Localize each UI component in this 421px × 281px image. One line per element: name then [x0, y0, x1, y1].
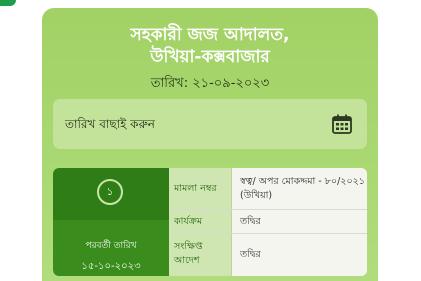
serial-panel: ১ পরবর্তী তারিখ ১৫-১০-২০২৩ — [53, 168, 169, 276]
table-row: সংক্ষিপ্ত আদেশ তদ্বির — [169, 234, 367, 276]
next-date-label: পরবর্তী তারিখ — [85, 241, 137, 251]
court-name-line2: উখিয়া-কক্সবাজার — [150, 47, 270, 67]
current-date: তারিখ: ২১-০৯-২০২৩ — [150, 76, 270, 91]
court-title: সহকারী জজ আদালত, উখিয়া-কক্সবাজার — [42, 24, 378, 68]
short-order-value: তদ্বির — [232, 234, 367, 276]
court-name-line1: সহকারী জজ আদালত, — [130, 25, 290, 45]
table-row: মামলা নম্বর স্বত্ব/ অপর মোকদ্দমা - ৮০/২০… — [169, 168, 367, 210]
cause-list-card: সহকারী জজ আদালত, উখিয়া-কক্সবাজার তারিখ:… — [42, 8, 378, 281]
next-date-panel: পরবর্তী তারিখ ১৫-১০-২০২৩ — [53, 220, 169, 276]
serial-top: ১ — [53, 168, 169, 220]
date-picker-label: তারিখ বাছাই করুন — [65, 117, 155, 131]
serial-number-badge: ১ — [97, 179, 123, 205]
table-row: কার্যক্রম তদ্বির — [169, 210, 367, 234]
case-number-value: স্বত্ব/ অপর মোকদ্দমা - ৮০/২০২১ (উখিয়া) — [232, 168, 367, 209]
calendar-icon[interactable] — [331, 113, 353, 135]
activity-label: কার্যক্রম — [169, 210, 232, 233]
short-order-label: সংক্ষিপ্ত আদেশ — [169, 234, 232, 276]
top-accent-bar — [0, 0, 16, 6]
case-entry: ১ পরবর্তী তারিখ ১৫-১০-২০২৩ মামলা নম্বর স… — [53, 168, 367, 276]
next-date-value: ১৫-১০-২০২৩ — [81, 261, 141, 272]
case-info-table: মামলা নম্বর স্বত্ব/ অপর মোকদ্দমা - ৮০/২০… — [169, 168, 367, 276]
date-picker-button[interactable]: তারিখ বাছাই করুন — [53, 99, 367, 149]
activity-value: তদ্বির — [232, 210, 367, 233]
case-number-label: মামলা নম্বর — [169, 168, 232, 209]
